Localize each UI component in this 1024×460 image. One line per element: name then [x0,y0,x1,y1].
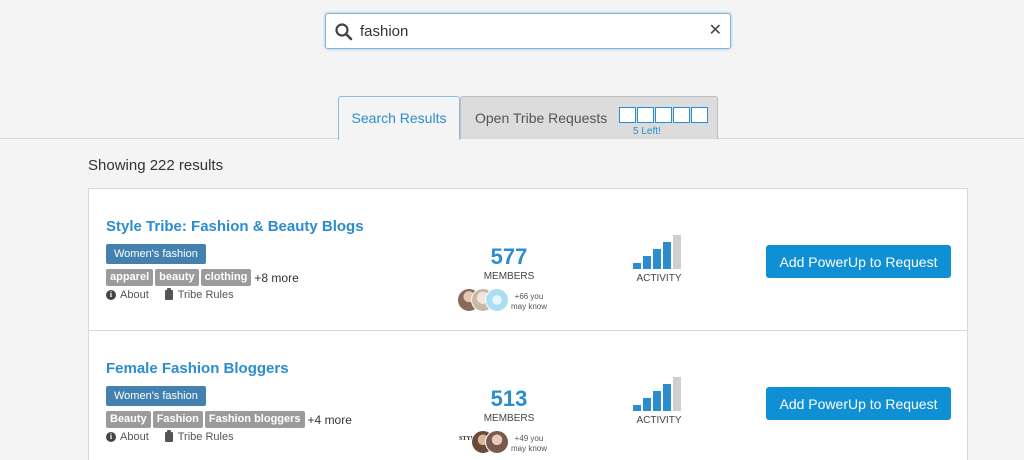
members-label: MEMBERS [483,413,535,424]
more-tags-link[interactable]: +4 more [308,413,352,427]
activity-bar [673,377,681,411]
search-icon [335,23,353,41]
activity-bar [633,263,641,269]
activity-label: ACTIVITY [636,415,682,426]
tribe-rules-label: Tribe Rules [177,431,234,443]
tag[interactable]: Beauty [106,411,151,428]
activity-bar [663,384,671,411]
request-slot [691,107,708,123]
members-count: 577 [490,244,528,269]
mutual-label: may know [510,444,547,453]
clipboard-icon [164,288,173,300]
add-powerup-button[interactable]: Add PowerUp to Request [766,387,951,420]
tag[interactable]: beauty [155,269,199,286]
tribe-card: Style Tribe: Fashion & Beauty Blogs Wome… [89,189,967,331]
info-icon: i [106,290,116,300]
search-box[interactable]: ✕ [325,13,731,49]
search-input[interactable] [360,18,700,44]
avatar [485,288,509,312]
search-header: ✕ Search Results Open Tribe Requests 5 L… [0,0,1024,140]
tag[interactable]: Fashion [152,411,203,428]
tribe-rules-link[interactable]: Tribe Rules [164,430,234,443]
tribe-title[interactable]: Style Tribe: Fashion & Beauty Blogs [106,218,364,235]
tribe-card: Female Fashion Bloggers Women's fashion … [89,331,967,460]
mutual-members-text: +66 you may know [509,292,549,312]
add-powerup-button[interactable]: Add PowerUp to Request [766,245,951,278]
tribe-links: i About Tribe Rules [106,288,250,301]
close-icon[interactable]: ✕ [709,21,722,41]
mutual-count: +49 you [514,434,544,443]
more-tags-link[interactable]: +8 more [254,271,298,285]
tag[interactable]: clothing [200,269,252,286]
request-slot [619,107,636,123]
tab-open-tribe-requests[interactable]: Open Tribe Requests 5 Left! [460,96,718,139]
activity-bar [633,405,641,411]
about-link[interactable]: i About [106,289,149,301]
about-label: About [120,431,149,443]
activity-bar [643,256,651,269]
request-slot [673,107,690,123]
tribe-title[interactable]: Female Fashion Bloggers [106,360,289,377]
slots-left-text: 5 Left! [633,126,661,137]
category-badge: Women's fashion [106,386,206,406]
activity-bar [653,391,661,411]
request-slot [655,107,672,123]
members-count: 513 [490,386,528,411]
tribe-rules-link[interactable]: Tribe Rules [164,288,234,301]
activity-bar [653,249,661,269]
activity-label: ACTIVITY [636,273,682,284]
tag[interactable]: apparel [106,269,154,286]
mutual-label: may know [510,302,547,311]
tribe-links: i About Tribe Rules [106,430,250,443]
tab-open-tribe-requests-label: Open Tribe Requests [475,110,608,126]
tag-list: apparel beauty clothing +8 more [106,269,299,286]
tag-list: Beauty Fashion Fashion bloggers +4 more [106,411,352,428]
avatar [485,430,509,454]
members-label: MEMBERS [483,271,535,282]
activity-bar [643,398,651,411]
tribe-rules-label: Tribe Rules [177,289,234,301]
mutual-count: +66 you [514,292,544,301]
results-count: Showing 222 results [88,157,224,174]
tribe-list: Style Tribe: Fashion & Beauty Blogs Wome… [88,188,968,460]
tag[interactable]: Fashion bloggers [204,411,305,428]
activity-bar [663,242,671,269]
request-slots [619,107,709,123]
clipboard-icon [164,430,173,442]
activity-bars [633,377,685,411]
request-slot [637,107,654,123]
tab-search-results[interactable]: Search Results [338,96,460,140]
about-label: About [120,289,149,301]
category-badge: Women's fashion [106,244,206,264]
about-link[interactable]: i About [106,431,149,443]
info-icon: i [106,432,116,442]
tab-search-results-label: Search Results [351,110,447,126]
activity-bar [673,235,681,269]
mutual-members-text: +49 you may know [509,434,549,454]
activity-bars [633,235,685,269]
